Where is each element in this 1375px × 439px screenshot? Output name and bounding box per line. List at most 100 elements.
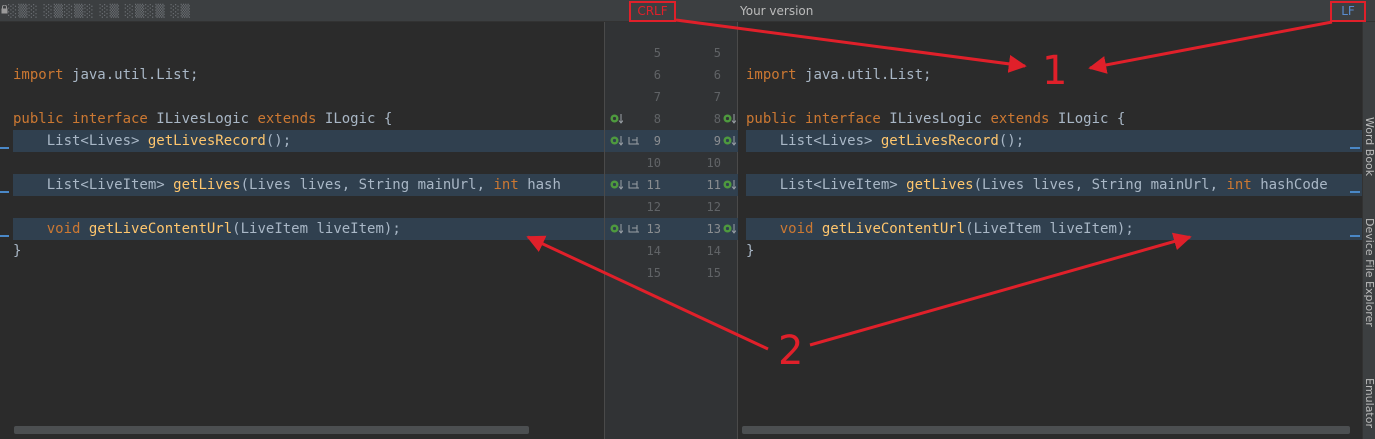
code-token: int [493,177,528,193]
code-line-11: List<LiveItem> getLives(Lives lives, Str… [746,174,1362,196]
diff-gutter: 5 5 6 6 7 7 8 8 9 9 10 10 11 11 12 12 13… [604,22,739,439]
left-line-number: 7 [653,90,661,104]
right-file-title: Your version [740,4,814,18]
gutter-line-5: 5 5 [605,42,739,64]
code-token: ILivesLogic [889,111,991,127]
code-line-11: List<LiveItem> getLives(Lives lives, Str… [13,174,604,196]
apply-change-icon[interactable] [627,222,640,235]
diff-header: ░▒░ ░▒░▒░ ░▒ ░▒░▒ ░▒ CRLF Your version L… [0,0,1375,22]
left-line-number: 10 [646,156,661,170]
code-token: ILivesLogic [156,111,258,127]
code-token: } [746,243,755,259]
code-token: getLiveContentUrl [821,221,966,237]
right-line-number: 5 [713,46,721,60]
implementation-down-icon[interactable] [610,178,623,191]
code-token: getLives [906,177,974,193]
right-line-number: 7 [713,90,721,104]
left-line-number: 5 [653,46,661,60]
change-marker [0,191,9,193]
code-token: (LiveItem liveItem); [232,221,401,237]
tool-emulator[interactable]: Emulator [1363,378,1375,428]
code-line-6: import java.util.List; [13,64,604,86]
right-line-number: 10 [706,156,721,170]
code-line-9: List<Lives> getLivesRecord(); [13,130,604,152]
implementation-down-icon[interactable] [610,134,623,147]
implementation-down-icon[interactable] [723,134,736,147]
code-token: ILogic { [324,111,393,127]
gutter-line-12: 12 12 [605,196,739,218]
left-horizontal-scrollbar[interactable] [14,426,529,434]
code-token: (Lives lives, String mainUrl, [973,177,1227,193]
annotation-label-2: 2 [778,328,804,374]
code-token: java.util.List; [805,67,932,83]
right-line-separator-label[interactable]: LF [1330,1,1366,22]
gutter-line-10: 10 10 [605,152,739,174]
implementation-down-icon[interactable] [610,112,623,125]
right-line-number: 9 [713,134,721,148]
tool-word-book[interactable]: Word Book [1363,117,1375,176]
code-token: getLivesRecord [880,133,999,149]
gutter-line-9: 9 9 [605,130,739,152]
implementation-down-icon[interactable] [723,222,736,235]
code-token: (Lives lives, String mainUrl, [240,177,494,193]
code-token: List<Lives> [13,133,148,149]
code-token: import [13,67,73,83]
code-line-8: public interface ILivesLogic extends ILo… [746,108,1362,130]
code-token: import [746,67,806,83]
code-token: hash [527,177,561,193]
right-horizontal-scrollbar[interactable] [742,426,1350,434]
code-token: (); [265,133,292,149]
code-token: extends [257,111,325,127]
code-token: hashCode [1260,177,1328,193]
right-line-number: 13 [706,222,721,236]
gutter-line-15: 15 15 [605,262,739,284]
code-token: List<LiveItem> [746,177,907,193]
code-token: List<LiveItem> [13,177,174,193]
right-line-number: 12 [706,200,721,214]
change-marker [0,147,9,149]
code-line-9: List<Lives> getLivesRecord(); [746,130,1362,152]
gutter-line-7: 7 7 [605,86,739,108]
code-token: getLiveContentUrl [88,221,233,237]
code-token: (); [998,133,1025,149]
gutter-line-14: 14 14 [605,240,739,262]
gutter-line-8: 8 8 [605,108,739,130]
lock-icon [1,5,8,14]
code-line-14: } [746,240,1362,262]
right-line-number: 11 [706,178,721,192]
left-line-separator-label[interactable]: CRLF [629,1,676,22]
right-line-number: 8 [713,112,721,126]
apply-change-icon[interactable] [627,178,640,191]
code-token: java.util.List; [72,67,199,83]
gutter-line-11: 11 11 [605,174,739,196]
tool-window-strip: Word Book Device File Explorer Emulator [1362,22,1375,439]
left-line-number: 6 [653,68,661,82]
left-line-number: 12 [646,200,661,214]
left-editor-pane[interactable]: import java.util.List; public interface … [0,22,604,439]
code-token: public interface [13,111,157,127]
right-line-number: 6 [713,68,721,82]
code-token: ILogic { [1057,111,1126,127]
change-marker [1350,191,1360,193]
left-line-number: 15 [646,266,661,280]
left-file-title: ░▒░ ░▒░▒░ ░▒ ░▒░▒ ░▒ [8,4,191,18]
annotation-label-1: 1 [1042,48,1068,94]
code-token: extends [990,111,1058,127]
code-token: (LiveItem liveItem); [965,221,1134,237]
implementation-down-icon[interactable] [723,112,736,125]
tool-device-file-explorer[interactable]: Device File Explorer [1363,218,1375,327]
apply-change-icon[interactable] [627,134,640,147]
implementation-down-icon[interactable] [610,222,623,235]
right-line-number: 14 [706,244,721,258]
change-marker [0,235,9,237]
code-token: getLivesRecord [147,133,266,149]
left-line-number: 11 [646,178,661,192]
code-token: void [46,221,89,237]
implementation-down-icon[interactable] [723,178,736,191]
code-token: List<Lives> [746,133,881,149]
code-token: getLives [173,177,241,193]
code-token: public interface [746,111,890,127]
gutter-line-6: 6 6 [605,64,739,86]
